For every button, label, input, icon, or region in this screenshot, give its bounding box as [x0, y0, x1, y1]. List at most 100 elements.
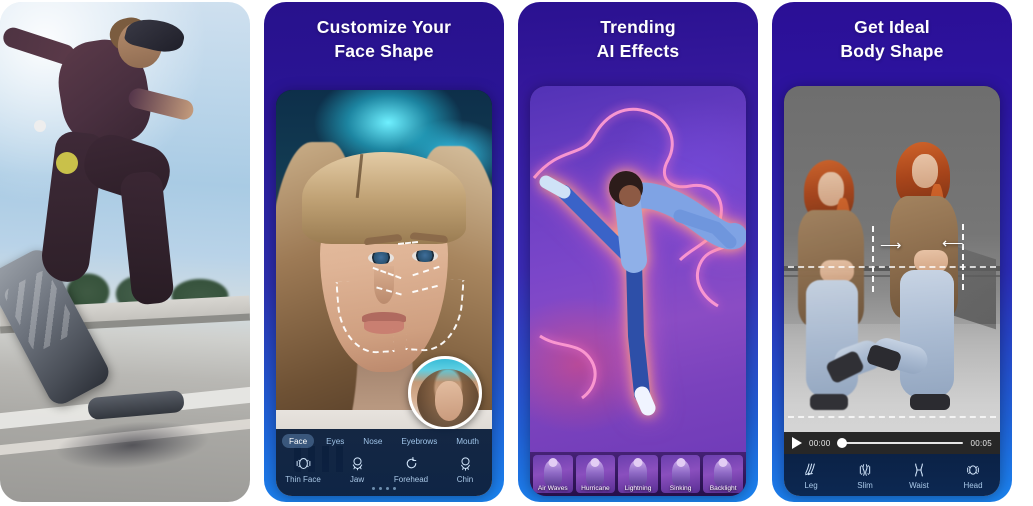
ai-effects-screen: Air Waves Hurricane Lightning Sinking Ba…	[530, 86, 746, 496]
tool-label: Thin Face	[285, 475, 321, 484]
skater-lens-flare	[34, 120, 46, 132]
effect-hurricane[interactable]: Hurricane	[575, 455, 616, 493]
panel-ai-headline: Trending AI Effects	[518, 2, 758, 63]
play-button[interactable]	[792, 437, 802, 449]
tool-chin[interactable]: Chin	[438, 453, 492, 484]
effect-label: Hurricane	[581, 485, 610, 492]
panel-skateboard[interactable]	[0, 2, 250, 502]
face-editor-toolbar: Face Eyes Nose Eyebrows Mouth Thin Face …	[276, 429, 492, 496]
chin-icon	[438, 453, 492, 473]
tool-slim[interactable]: Slim	[838, 461, 892, 490]
headline-line-2: Face Shape	[334, 40, 434, 61]
effects-carousel[interactable]: Air Waves Hurricane Lightning Sinking Ba…	[530, 452, 746, 496]
jeans	[900, 270, 954, 398]
eye-right	[412, 250, 438, 262]
forehead-icon	[384, 453, 438, 473]
skateboard-deck-secondary	[87, 389, 185, 421]
effect-thumbnail-head	[633, 458, 643, 467]
horizontal-guide-bottom	[788, 416, 996, 418]
total-time: 00:05	[970, 438, 992, 448]
thin-face-icon	[276, 453, 330, 473]
effect-label: Backlight	[709, 485, 737, 492]
tab-face[interactable]: Face	[282, 434, 315, 448]
effect-backlight[interactable]: Backlight	[703, 455, 743, 493]
leg-icon	[784, 461, 838, 479]
head-icon	[946, 461, 1000, 479]
app-store-screenshot-gallery: Customize Your Face Shape Face Eyes Nose…	[0, 0, 1033, 506]
skate-photo	[0, 2, 250, 502]
page-dot	[379, 487, 382, 490]
tab-eyes[interactable]: Eyes	[319, 434, 351, 448]
midriff	[914, 250, 948, 272]
face	[912, 154, 938, 188]
skater-right-shin	[119, 170, 175, 306]
tool-label: Chin	[456, 475, 474, 484]
tab-mouth[interactable]: Mouth	[449, 434, 486, 448]
slider-knob[interactable]	[836, 438, 847, 448]
dancer-figure	[539, 171, 746, 416]
panel-face-headline: Customize Your Face Shape	[264, 2, 504, 63]
tool-label: Jaw	[349, 475, 365, 484]
skater-figure	[0, 2, 250, 502]
effect-thumbnail-head	[676, 458, 686, 467]
effect-sinking[interactable]: Sinking	[660, 455, 701, 493]
tool-waist[interactable]: Waist	[892, 461, 946, 490]
effect-thumbnail-head	[548, 458, 558, 467]
progress-slider[interactable]	[836, 438, 964, 448]
headline-line-1: Trending	[600, 17, 676, 37]
tool-label: Waist	[909, 480, 929, 490]
shoe-back	[810, 394, 848, 410]
effect-label: Sinking	[669, 485, 692, 492]
tool-label: Slim	[857, 480, 873, 490]
thumbnail-face	[435, 381, 463, 421]
shoe-back	[910, 394, 950, 410]
skater-badge	[56, 152, 78, 174]
face-tool-row: Thin Face Jaw Forehead Chin	[276, 453, 492, 484]
panel-body-shape[interactable]: Get Ideal Body Shape ⟶ ⟵ 00:00 00:05 Leg…	[772, 2, 1012, 502]
skater-shadow	[53, 415, 212, 475]
face-category-tabs: Face Eyes Nose Eyebrows Mouth	[276, 434, 492, 448]
effect-label: Lightning	[624, 485, 652, 492]
tool-thin-face[interactable]: Thin Face	[276, 453, 330, 484]
tool-page-dots	[276, 487, 492, 490]
body-editor-screen: ⟶ ⟵ 00:00 00:05 Leg Slim Waist Head	[784, 86, 1000, 496]
effect-thumbnail-head	[590, 458, 600, 467]
arrow-left-icon: ⟵	[942, 235, 964, 252]
headline-line-2: Body Shape	[840, 40, 944, 61]
eye-left	[368, 252, 394, 264]
effect-air-waves[interactable]: Air Waves	[533, 455, 573, 493]
waist-guide-right	[962, 224, 964, 290]
body-tool-row: Leg Slim Waist Head	[784, 454, 1000, 496]
current-time: 00:00	[809, 438, 831, 448]
panel-body-headline: Get Ideal Body Shape	[772, 2, 1012, 63]
before-preview-thumbnail[interactable]	[408, 356, 482, 430]
tool-jaw[interactable]: Jaw	[330, 453, 384, 484]
waist-guide-left	[872, 226, 874, 292]
effect-lightning[interactable]: Lightning	[618, 455, 658, 493]
tool-head[interactable]: Head	[946, 461, 1000, 490]
jaw-icon	[330, 453, 384, 473]
panel-ai-effects[interactable]: Trending AI Effects Air Waves Hurricane …	[518, 2, 758, 502]
slim-icon	[838, 461, 892, 479]
headline-line-1: Get Ideal	[854, 17, 930, 37]
arrow-right-icon: ⟶	[880, 237, 902, 254]
tab-eyebrows[interactable]: Eyebrows	[394, 434, 444, 448]
face-editor-screen: Face Eyes Nose Eyebrows Mouth Thin Face …	[276, 90, 492, 496]
effect-thumbnail-head	[718, 458, 728, 467]
tool-label: Forehead	[393, 475, 429, 484]
panel-face-shape[interactable]: Customize Your Face Shape Face Eyes Nose…	[264, 2, 504, 502]
page-dot	[386, 487, 389, 490]
waist-icon	[892, 461, 946, 479]
horizontal-guide-top	[788, 266, 996, 268]
page-dot	[393, 487, 396, 490]
tool-leg[interactable]: Leg	[784, 461, 838, 490]
page-dot	[372, 487, 375, 490]
effect-label: Air Waves	[537, 485, 568, 492]
headline-line-2: AI Effects	[596, 40, 680, 61]
tab-nose[interactable]: Nose	[356, 434, 389, 448]
tool-forehead[interactable]: Forehead	[384, 453, 438, 484]
tool-label: Head	[963, 480, 983, 490]
video-player-controls[interactable]: 00:00 00:05	[784, 432, 1000, 454]
headline-line-1: Customize Your	[316, 17, 452, 37]
hair-top	[302, 152, 466, 244]
